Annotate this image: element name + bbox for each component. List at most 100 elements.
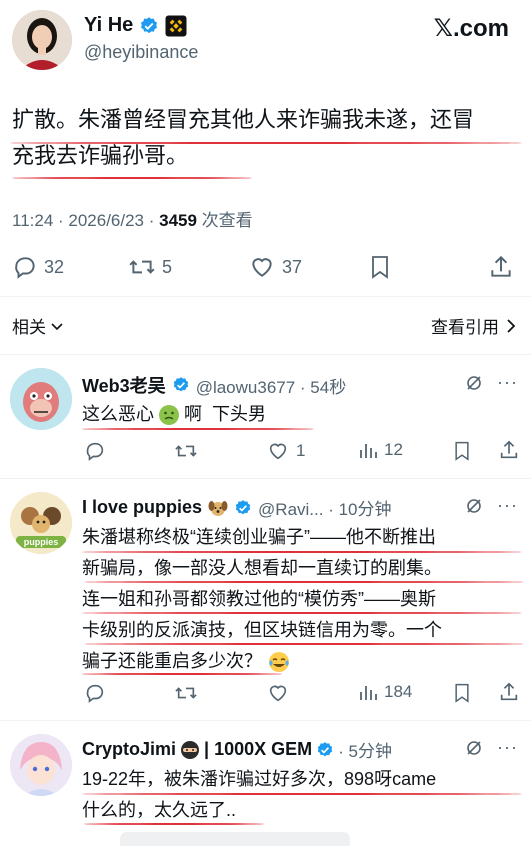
divider (0, 720, 531, 721)
more-options-icon[interactable]: ··· (497, 737, 518, 758)
reply-handle-time[interactable]: @Ravi... · 10分钟 (258, 495, 391, 520)
bookmark-icon (455, 441, 469, 461)
repost-icon (175, 687, 197, 699)
reply-text-line: 连一姐和孙哥都领教过他的“模仿秀”——奥斯 (82, 589, 436, 609)
grok-icon[interactable] (465, 739, 483, 757)
red-underline (84, 581, 524, 583)
post-text-line: 扩散。朱潘曾经冒充其他人来诈骗我未遂，还冒 (12, 107, 475, 132)
reply-button[interactable] (84, 440, 106, 462)
reply-avatar[interactable] (10, 368, 72, 430)
verified-badge-icon (139, 16, 159, 36)
reply-icon (15, 257, 35, 279)
repost-count: 5 (162, 256, 173, 277)
reply-time[interactable]: · 5分钟 (338, 737, 392, 762)
reply-avatar[interactable]: puppies (10, 492, 72, 554)
bookmark-icon (455, 683, 469, 703)
bookmark-button[interactable] (452, 682, 472, 704)
related-filter-label: 相关 (12, 318, 46, 337)
views-button[interactable]: 12 (358, 440, 403, 460)
tears-of-joy-emoji-icon (269, 651, 289, 672)
share-icon (491, 255, 511, 277)
reply-avatar[interactable] (10, 734, 72, 796)
reply-text: 朱潘堪称终极“连续创业骗子”——他不断推出 新骗局，像一部没人想看却一直续订的剧… (82, 522, 527, 677)
reply-text-line: 卡级别的反派演技，但区块链信用为零。一个 (82, 620, 442, 640)
repost-button[interactable] (174, 440, 198, 462)
red-underline (12, 177, 252, 179)
analytics-icon (360, 444, 377, 458)
red-underline (84, 643, 524, 645)
repost-button[interactable]: 5 (128, 254, 172, 280)
author-handle[interactable]: @heyibinance (84, 42, 198, 63)
share-button[interactable] (488, 254, 514, 280)
view-quotes-label: 查看引用 (431, 318, 499, 337)
like-button[interactable] (266, 682, 290, 704)
like-button[interactable]: 37 (248, 254, 302, 280)
reply-author-name-suffix: | 1000X GEM (204, 739, 313, 759)
post-views-label: 次查看 (196, 211, 253, 230)
verified-badge-icon (316, 741, 334, 759)
more-options-icon[interactable]: ··· (497, 372, 518, 393)
bookmark-icon (372, 256, 388, 279)
like-count: 37 (282, 256, 303, 277)
red-underline (10, 142, 522, 144)
bookmark-button[interactable] (452, 440, 472, 462)
reply-button[interactable] (84, 682, 106, 704)
views-count: 12 (384, 440, 403, 459)
analytics-icon (360, 686, 377, 700)
reply-author-name[interactable]: Web3老吴 (82, 372, 166, 398)
like-button[interactable]: 1 (266, 440, 305, 462)
x-brand-logo: 𝕏.com (433, 15, 509, 42)
heart-icon (252, 258, 272, 277)
ape-avatar-image (10, 368, 72, 430)
reply-icon (86, 684, 104, 703)
bookmark-button[interactable] (368, 254, 392, 280)
reply-author-name[interactable]: I love puppies (82, 497, 202, 518)
views-button[interactable]: 184 (358, 682, 412, 702)
share-button[interactable] (498, 681, 520, 703)
more-options-icon[interactable]: ··· (497, 495, 518, 516)
view-quotes-link[interactable]: 查看引用 (431, 313, 517, 338)
anime-avatar-image (10, 734, 72, 796)
grok-icon[interactable] (465, 497, 483, 515)
reply-text-segment: 这么恶心 (82, 404, 154, 424)
like-count: 1 (296, 441, 306, 460)
post-text: 扩散。朱潘曾经冒充其他人来诈骗我未遂，还冒 充我去诈骗孙哥。 (12, 102, 522, 174)
reply-author-name[interactable]: CryptoJimi (82, 739, 176, 760)
red-underline (82, 428, 314, 430)
grok-icon[interactable] (465, 374, 483, 392)
reply-text-line: 新骗局，像一部没人想看却一直续订的剧集。 (82, 558, 442, 578)
related-filter-dropdown[interactable]: 相关 (12, 313, 64, 338)
red-underline (82, 793, 522, 795)
post-meta: 11:24 · 2026/6/23 · 3459 次查看 (12, 206, 253, 231)
author-avatar-image (12, 10, 72, 70)
reply-handle-time[interactable]: @laowu3677 · 54秒 (196, 373, 347, 398)
binance-affiliate-icon (165, 15, 187, 37)
reply-text: 19-22年，被朱潘诈骗过好多次，898呀came 什么的，太久远了.. (82, 764, 527, 826)
reply-text: 这么恶心 啊 下头男 (82, 399, 266, 430)
post-time[interactable]: 11:24 · 2026/6/23 · (12, 211, 159, 230)
repost-icon (175, 445, 197, 457)
verified-badge-icon (172, 376, 190, 394)
repost-button[interactable] (174, 682, 198, 704)
heart-icon (269, 443, 287, 460)
red-underline (82, 673, 282, 675)
reply-text-line: 什么的，太久远了.. (82, 800, 237, 820)
reply-button[interactable]: 32 (12, 254, 64, 280)
red-underline (84, 823, 264, 825)
views-count: 184 (384, 682, 413, 701)
red-underline (82, 551, 522, 553)
divider (0, 354, 531, 355)
heart-icon (269, 685, 287, 702)
post-views-count: 3459 (159, 211, 197, 230)
reply-composer-bar[interactable] (120, 832, 350, 846)
author-name[interactable]: Yi He (84, 14, 133, 37)
nauseated-face-emoji-icon (159, 404, 179, 425)
share-icon (500, 440, 518, 459)
repost-icon (129, 260, 155, 274)
red-underline (82, 612, 522, 614)
author-avatar[interactable] (12, 10, 72, 70)
share-icon (500, 682, 518, 701)
puppies-avatar-image: puppies (10, 492, 72, 554)
reply-text-segment: 啊 下头男 (184, 404, 267, 424)
share-button[interactable] (498, 439, 520, 461)
